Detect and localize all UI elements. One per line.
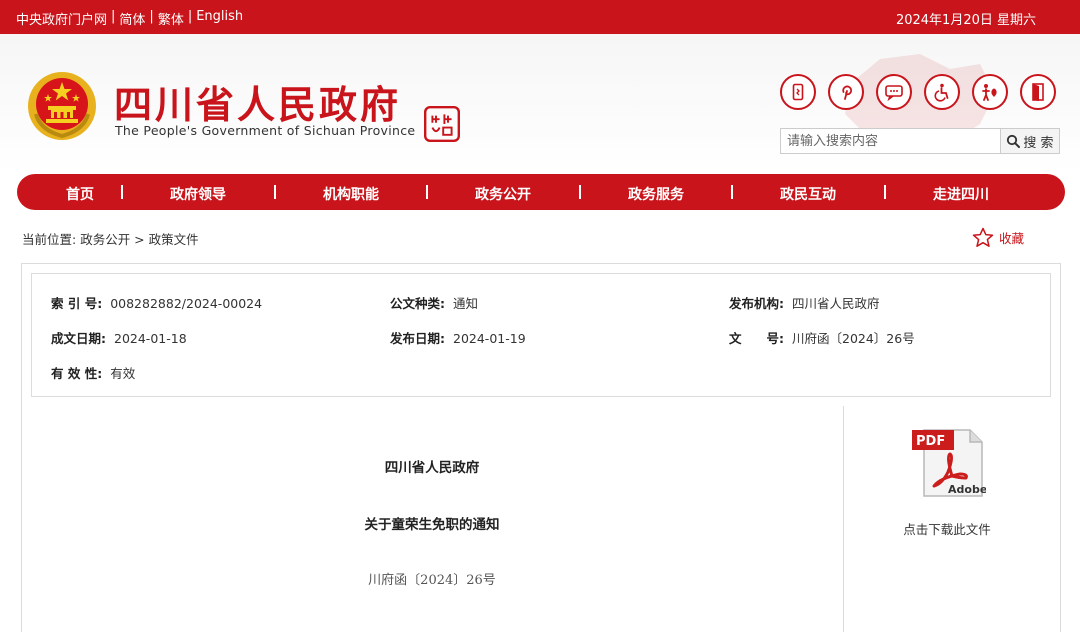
nav-divider	[731, 185, 733, 199]
pinterest-icon[interactable]	[828, 74, 864, 110]
link-gov-portal[interactable]: 中央政府门户网	[16, 9, 107, 28]
search-button-label: 搜 索	[1023, 135, 1054, 151]
document-title: 关于童荣生免职的通知	[364, 517, 500, 533]
published-date-label: 发布日期:	[390, 331, 445, 346]
nav-about-sichuan[interactable]: 走进四川	[933, 184, 989, 204]
nav-public-affairs[interactable]: 政务公开	[475, 184, 531, 204]
mobile-icon[interactable]	[780, 74, 816, 110]
created-date-label: 成文日期:	[51, 331, 106, 346]
document-metadata: 索 引 号: 008282882/2024-00024 公文种类: 通知 发布机构:…	[31, 273, 1051, 397]
nav-divider	[426, 185, 428, 199]
nav-institutions[interactable]: 机构职能	[323, 184, 379, 204]
doc-type-label: 公文种类:	[390, 296, 445, 311]
published-date-value: 2024-01-19	[453, 331, 526, 346]
top-links: 中央政府门户网 | 简体 | 繁体 | English	[16, 9, 243, 28]
pdf-badge-text: PDF	[916, 434, 945, 449]
site-title[interactable]: 四川省人民政府	[114, 74, 401, 129]
nav-home[interactable]: 首页	[66, 184, 94, 204]
accessibility-icon[interactable]	[924, 74, 960, 110]
breadcrumb-path[interactable]: 政务公开 > 政策文件	[80, 232, 198, 247]
doc-number-value: 川府函〔2024〕26号	[792, 331, 915, 346]
created-date-value: 2024-01-18	[114, 331, 187, 346]
chat-icon[interactable]	[876, 74, 912, 110]
download-file-link[interactable]: 点击下载此文件	[844, 519, 1050, 538]
breadcrumb: 当前位置: 政务公开 > 政策文件	[22, 229, 199, 248]
validity-label: 有 效 性:	[51, 366, 103, 381]
link-english[interactable]: English	[196, 9, 243, 28]
index-no-label: 索 引 号:	[51, 296, 103, 311]
nav-interaction[interactable]: 政民互动	[780, 184, 836, 204]
nav-divider	[579, 185, 581, 199]
issuer-label: 发布机构:	[729, 296, 784, 311]
separator: |	[149, 9, 154, 24]
toolbar-icons	[780, 74, 1056, 110]
nav-leaders[interactable]: 政府领导	[170, 184, 226, 204]
star-icon	[972, 227, 994, 247]
search-box: 搜 索	[780, 128, 1060, 154]
doc-number-label: 文 号:	[729, 331, 784, 346]
validity-value: 有效	[110, 366, 136, 381]
favorite-label: 收藏	[999, 231, 1025, 246]
issuer-value: 四川省人民政府	[792, 296, 880, 311]
index-no-value: 008282882/2024-00024	[110, 296, 263, 311]
meta-row: 索 引 号: 008282882/2024-00024 公文种类: 通知 发布机构:…	[32, 293, 1052, 313]
meta-row: 有 效 性: 有效	[32, 363, 1052, 383]
nav-divider	[274, 185, 276, 199]
nav-services[interactable]: 政务服务	[628, 184, 684, 204]
nav-divider	[884, 185, 886, 199]
document-issuer: 四川省人民政府	[384, 460, 480, 476]
link-traditional[interactable]: 繁体	[158, 9, 184, 28]
nav-divider	[121, 185, 123, 199]
separator: |	[111, 9, 116, 24]
elderly-care-icon[interactable]	[972, 74, 1008, 110]
favorite-button[interactable]: 收藏	[972, 227, 1024, 248]
site-subtitle: The People's Government of Sichuan Provi…	[115, 123, 416, 138]
search-input[interactable]	[780, 128, 1000, 154]
search-icon	[1007, 134, 1021, 148]
adobe-text: Adobe	[948, 483, 986, 496]
top-bar: 中央政府门户网 | 简体 | 繁体 | English 2024年1月20日 星…	[0, 0, 1080, 34]
exit-door-icon[interactable]	[1020, 74, 1056, 110]
pdf-file-icon[interactable]: PDF Adobe	[910, 426, 986, 500]
breadcrumb-label: 当前位置:	[22, 232, 77, 247]
doc-type-value: 通知	[453, 296, 479, 311]
seal-stamp-icon	[424, 106, 460, 142]
link-simplified[interactable]: 简体	[119, 9, 145, 28]
main-nav: 首页 政府领导 机构职能 政务公开 政务服务 政民互动 走进四川	[17, 174, 1065, 210]
site-header: 四川省人民政府 The People's Government of Sichu…	[0, 34, 1080, 174]
document-number: 川府函〔2024〕26号	[368, 573, 496, 588]
current-date: 2024年1月20日 星期六	[895, 13, 1036, 28]
search-button[interactable]: 搜 索	[1000, 128, 1060, 154]
meta-row: 成文日期: 2024-01-18 发布日期: 2024-01-19 文 号: 川府函〔…	[32, 328, 1052, 348]
separator: |	[187, 9, 193, 24]
national-emblem-icon	[28, 72, 96, 140]
